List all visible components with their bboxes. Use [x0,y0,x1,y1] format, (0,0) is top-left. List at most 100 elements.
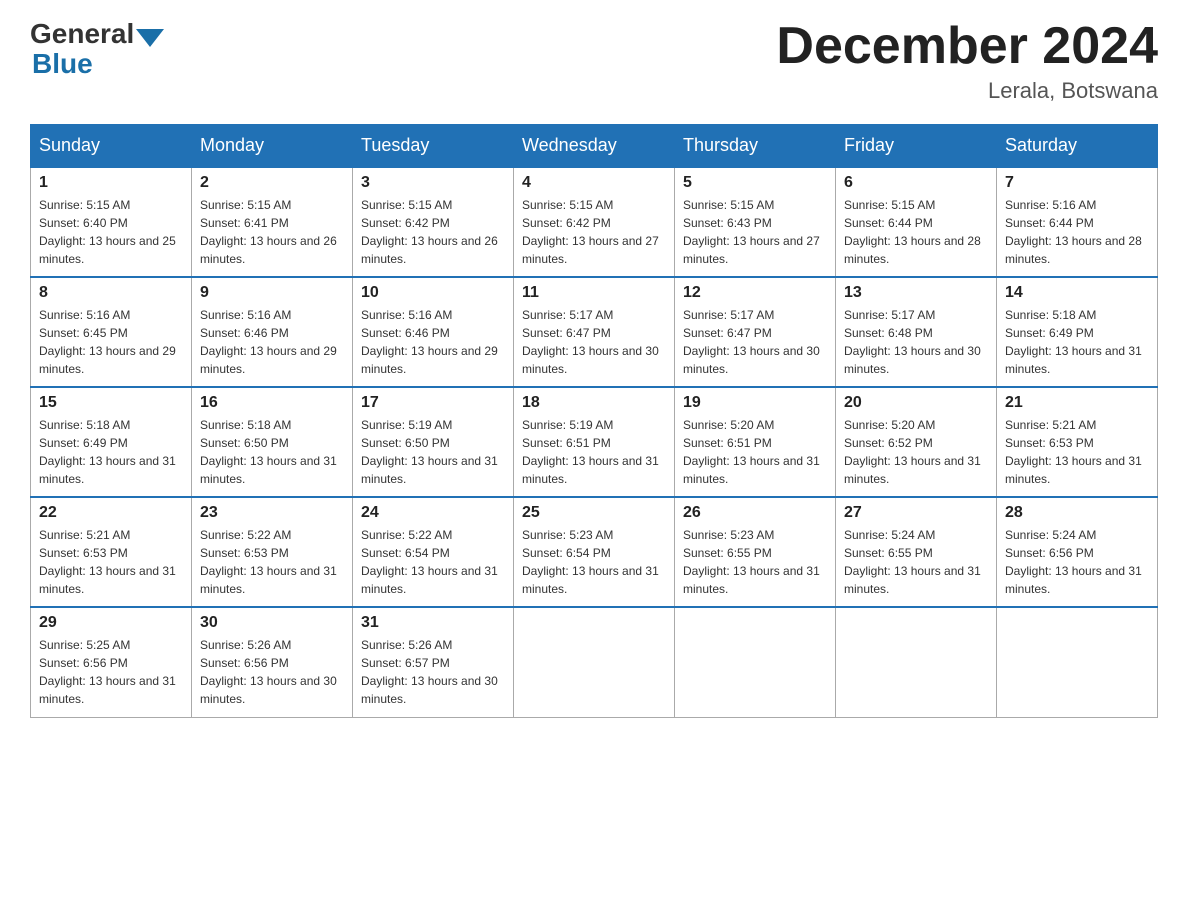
calendar-cell: 11 Sunrise: 5:17 AMSunset: 6:47 PMDaylig… [514,277,675,387]
location-title: Lerala, Botswana [776,78,1158,104]
day-info: Sunrise: 5:15 AMSunset: 6:42 PMDaylight:… [522,198,659,266]
day-info: Sunrise: 5:25 AMSunset: 6:56 PMDaylight:… [39,638,176,706]
calendar-cell: 9 Sunrise: 5:16 AMSunset: 6:46 PMDayligh… [192,277,353,387]
day-number: 22 [39,504,183,522]
calendar-table: SundayMondayTuesdayWednesdayThursdayFrid… [30,124,1158,718]
day-info: Sunrise: 5:15 AMSunset: 6:42 PMDaylight:… [361,198,498,266]
day-number: 6 [844,174,988,192]
calendar-cell [514,607,675,717]
day-number: 26 [683,504,827,522]
day-number: 9 [200,284,344,302]
column-header-monday: Monday [192,125,353,168]
day-number: 8 [39,284,183,302]
day-number: 7 [1005,174,1149,192]
logo-triangle-icon [136,29,164,47]
day-number: 27 [844,504,988,522]
day-info: Sunrise: 5:23 AMSunset: 6:55 PMDaylight:… [683,528,820,596]
calendar-cell [675,607,836,717]
day-info: Sunrise: 5:18 AMSunset: 6:49 PMDaylight:… [1005,308,1142,376]
day-number: 16 [200,394,344,412]
calendar-cell: 29 Sunrise: 5:25 AMSunset: 6:56 PMDaylig… [31,607,192,717]
day-number: 24 [361,504,505,522]
day-info: Sunrise: 5:17 AMSunset: 6:47 PMDaylight:… [522,308,659,376]
calendar-cell: 27 Sunrise: 5:24 AMSunset: 6:55 PMDaylig… [836,497,997,607]
day-number: 2 [200,174,344,192]
calendar-cell: 22 Sunrise: 5:21 AMSunset: 6:53 PMDaylig… [31,497,192,607]
day-info: Sunrise: 5:17 AMSunset: 6:48 PMDaylight:… [844,308,981,376]
calendar-cell: 24 Sunrise: 5:22 AMSunset: 6:54 PMDaylig… [353,497,514,607]
day-number: 19 [683,394,827,412]
calendar-cell: 16 Sunrise: 5:18 AMSunset: 6:50 PMDaylig… [192,387,353,497]
day-info: Sunrise: 5:19 AMSunset: 6:50 PMDaylight:… [361,418,498,486]
calendar-cell: 23 Sunrise: 5:22 AMSunset: 6:53 PMDaylig… [192,497,353,607]
day-info: Sunrise: 5:21 AMSunset: 6:53 PMDaylight:… [1005,418,1142,486]
logo: General Blue [30,20,166,80]
logo-blue-text: Blue [32,48,93,79]
page-header: General Blue December 2024 Lerala, Botsw… [30,20,1158,104]
day-number: 23 [200,504,344,522]
day-number: 5 [683,174,827,192]
day-info: Sunrise: 5:18 AMSunset: 6:49 PMDaylight:… [39,418,176,486]
logo-general-text: General [30,20,134,48]
column-header-saturday: Saturday [997,125,1158,168]
calendar-cell: 31 Sunrise: 5:26 AMSunset: 6:57 PMDaylig… [353,607,514,717]
column-header-tuesday: Tuesday [353,125,514,168]
column-header-thursday: Thursday [675,125,836,168]
month-title: December 2024 [776,20,1158,72]
calendar-cell: 30 Sunrise: 5:26 AMSunset: 6:56 PMDaylig… [192,607,353,717]
day-number: 11 [522,284,666,302]
day-info: Sunrise: 5:21 AMSunset: 6:53 PMDaylight:… [39,528,176,596]
day-info: Sunrise: 5:20 AMSunset: 6:51 PMDaylight:… [683,418,820,486]
day-info: Sunrise: 5:20 AMSunset: 6:52 PMDaylight:… [844,418,981,486]
calendar-cell: 1 Sunrise: 5:15 AMSunset: 6:40 PMDayligh… [31,167,192,277]
week-row-2: 8 Sunrise: 5:16 AMSunset: 6:45 PMDayligh… [31,277,1158,387]
day-info: Sunrise: 5:15 AMSunset: 6:44 PMDaylight:… [844,198,981,266]
calendar-cell: 28 Sunrise: 5:24 AMSunset: 6:56 PMDaylig… [997,497,1158,607]
day-info: Sunrise: 5:18 AMSunset: 6:50 PMDaylight:… [200,418,337,486]
day-number: 1 [39,174,183,192]
calendar-cell: 12 Sunrise: 5:17 AMSunset: 6:47 PMDaylig… [675,277,836,387]
day-info: Sunrise: 5:22 AMSunset: 6:54 PMDaylight:… [361,528,498,596]
day-info: Sunrise: 5:24 AMSunset: 6:55 PMDaylight:… [844,528,981,596]
calendar-cell: 21 Sunrise: 5:21 AMSunset: 6:53 PMDaylig… [997,387,1158,497]
column-header-sunday: Sunday [31,125,192,168]
day-number: 4 [522,174,666,192]
week-row-3: 15 Sunrise: 5:18 AMSunset: 6:49 PMDaylig… [31,387,1158,497]
day-number: 21 [1005,394,1149,412]
calendar-cell: 14 Sunrise: 5:18 AMSunset: 6:49 PMDaylig… [997,277,1158,387]
week-row-5: 29 Sunrise: 5:25 AMSunset: 6:56 PMDaylig… [31,607,1158,717]
calendar-cell: 6 Sunrise: 5:15 AMSunset: 6:44 PMDayligh… [836,167,997,277]
day-number: 10 [361,284,505,302]
day-number: 28 [1005,504,1149,522]
calendar-cell: 10 Sunrise: 5:16 AMSunset: 6:46 PMDaylig… [353,277,514,387]
day-number: 15 [39,394,183,412]
calendar-cell: 4 Sunrise: 5:15 AMSunset: 6:42 PMDayligh… [514,167,675,277]
day-info: Sunrise: 5:26 AMSunset: 6:56 PMDaylight:… [200,638,337,706]
day-info: Sunrise: 5:17 AMSunset: 6:47 PMDaylight:… [683,308,820,376]
day-info: Sunrise: 5:15 AMSunset: 6:41 PMDaylight:… [200,198,337,266]
day-info: Sunrise: 5:24 AMSunset: 6:56 PMDaylight:… [1005,528,1142,596]
day-number: 3 [361,174,505,192]
day-info: Sunrise: 5:16 AMSunset: 6:46 PMDaylight:… [361,308,498,376]
day-number: 13 [844,284,988,302]
day-number: 30 [200,614,344,632]
title-area: December 2024 Lerala, Botswana [776,20,1158,104]
calendar-cell: 13 Sunrise: 5:17 AMSunset: 6:48 PMDaylig… [836,277,997,387]
day-info: Sunrise: 5:16 AMSunset: 6:45 PMDaylight:… [39,308,176,376]
day-number: 14 [1005,284,1149,302]
calendar-cell: 8 Sunrise: 5:16 AMSunset: 6:45 PMDayligh… [31,277,192,387]
calendar-cell [997,607,1158,717]
day-number: 18 [522,394,666,412]
calendar-cell: 26 Sunrise: 5:23 AMSunset: 6:55 PMDaylig… [675,497,836,607]
day-number: 17 [361,394,505,412]
calendar-cell: 7 Sunrise: 5:16 AMSunset: 6:44 PMDayligh… [997,167,1158,277]
day-number: 12 [683,284,827,302]
day-info: Sunrise: 5:16 AMSunset: 6:46 PMDaylight:… [200,308,337,376]
week-row-1: 1 Sunrise: 5:15 AMSunset: 6:40 PMDayligh… [31,167,1158,277]
calendar-cell: 15 Sunrise: 5:18 AMSunset: 6:49 PMDaylig… [31,387,192,497]
day-info: Sunrise: 5:15 AMSunset: 6:43 PMDaylight:… [683,198,820,266]
week-row-4: 22 Sunrise: 5:21 AMSunset: 6:53 PMDaylig… [31,497,1158,607]
day-info: Sunrise: 5:19 AMSunset: 6:51 PMDaylight:… [522,418,659,486]
day-number: 25 [522,504,666,522]
calendar-cell: 17 Sunrise: 5:19 AMSunset: 6:50 PMDaylig… [353,387,514,497]
